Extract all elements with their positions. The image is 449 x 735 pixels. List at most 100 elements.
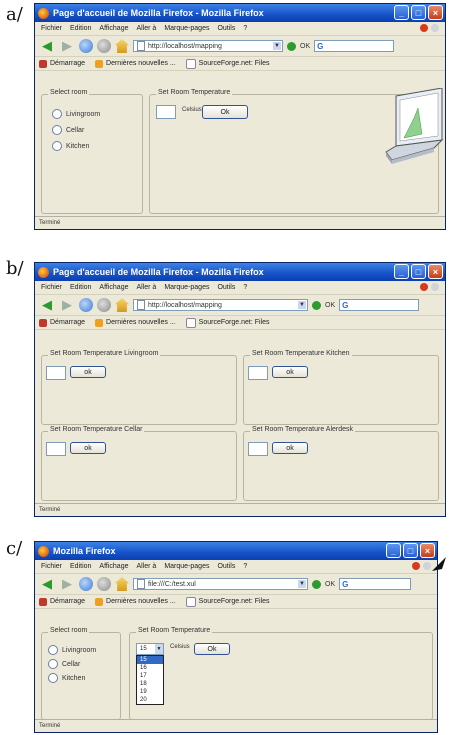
radio-circle[interactable] [52,141,62,151]
menu-aller[interactable]: Aller à [136,563,156,570]
dropdown-option[interactable]: 20 [137,696,163,704]
url-dropdown-icon[interactable]: ▼ [273,42,281,50]
back-arrow-icon[interactable]: ◀ [39,298,55,313]
reload-icon[interactable] [79,298,93,312]
radio-circle[interactable] [52,125,62,135]
home-icon[interactable] [115,577,129,591]
menu-help[interactable]: ? [243,563,247,570]
stop-icon[interactable] [97,298,111,312]
menu-edition[interactable]: Edition [70,25,91,32]
radio-cellar[interactable]: Cellar [48,659,80,669]
menu-aller[interactable]: Aller à [136,284,156,291]
menu-affichage[interactable]: Affichage [99,284,128,291]
bookmark-demarrage[interactable]: Démarrage [39,597,85,606]
reload-icon[interactable] [79,577,93,591]
url-dropdown-icon[interactable]: ▼ [298,580,306,588]
go-ok-label[interactable]: OK [325,581,335,588]
menu-marque-pages[interactable]: Marque-pages [164,563,209,570]
stop-icon[interactable] [97,39,111,53]
temperature-input[interactable] [156,105,176,119]
ok-button[interactable]: Ok [202,105,248,119]
home-icon[interactable] [115,39,129,53]
search-box[interactable]: G [339,299,420,311]
menu-marque-pages[interactable]: Marque-pages [164,284,209,291]
temperature-input[interactable] [46,366,66,380]
menu-edition[interactable]: Edition [70,563,91,570]
go-ok-label[interactable]: OK [325,302,335,309]
menu-affichage[interactable]: Affichage [99,25,128,32]
menu-edition[interactable]: Edition [70,284,91,291]
bookmark-sourceforge[interactable]: SourceForge.net: Files [185,58,269,69]
go-icon[interactable] [287,41,296,51]
close-button[interactable]: × [428,5,443,20]
radio-cellar[interactable]: Cellar [52,125,84,135]
menu-help[interactable]: ? [243,284,247,291]
bookmark-sourceforge[interactable]: SourceForge.net: Files [185,596,269,607]
ok-button[interactable]: Ok [194,643,230,655]
forward-arrow-icon[interactable]: ▶ [59,39,75,54]
radio-livingroom[interactable]: Livingroom [52,109,100,119]
url-bar[interactable]: http://localhost/mapping ▼ [133,299,308,311]
go-icon[interactable] [312,300,321,310]
radio-circle[interactable] [48,645,58,655]
ok-button[interactable]: ok [272,366,308,378]
menu-fichier[interactable]: Fichier [41,25,62,32]
page-icon [185,596,196,607]
menu-aller[interactable]: Aller à [136,25,156,32]
radio-circle[interactable] [48,673,58,683]
bookmark-news[interactable]: Dernières nouvelles ... [95,59,176,68]
menu-outils[interactable]: Outils [217,563,235,570]
menu-affichage[interactable]: Affichage [99,563,128,570]
dropdown-option[interactable]: 18 [137,680,163,688]
temperature-select[interactable]: 15 ▼ [136,643,164,655]
search-box[interactable]: G [339,578,412,590]
url-bar[interactable]: file:///C:/test.xul ▼ [133,578,308,590]
menu-marque-pages[interactable]: Marque-pages [164,25,209,32]
bookmark-news[interactable]: Dernières nouvelles ... [95,318,176,327]
bookmark-demarrage[interactable]: Démarrage [39,59,85,68]
reload-icon[interactable] [79,39,93,53]
go-ok-label[interactable]: OK [300,43,310,50]
maximize-button[interactable]: □ [411,264,426,279]
radio-kitchen[interactable]: Kitchen [52,141,89,151]
forward-arrow-icon[interactable]: ▶ [59,298,75,313]
bookmark-sourceforge[interactable]: SourceForge.net: Files [185,317,269,328]
home-icon[interactable] [115,298,129,312]
ok-button[interactable]: ok [70,442,106,454]
chevron-down-icon[interactable]: ▼ [155,644,163,654]
forward-arrow-icon[interactable]: ▶ [59,577,75,592]
menu-fichier[interactable]: Fichier [41,563,62,570]
minimize-button[interactable]: _ [394,5,409,20]
dropdown-option[interactable]: 16 [137,664,163,672]
maximize-button[interactable]: □ [411,5,426,20]
dropdown-option[interactable]: 15 [137,656,163,664]
bookmark-demarrage[interactable]: Démarrage [39,318,85,327]
temperature-input[interactable] [46,442,66,456]
minimize-button[interactable]: _ [386,543,401,558]
menu-fichier[interactable]: Fichier [41,284,62,291]
go-icon[interactable] [312,579,321,589]
close-button[interactable]: × [428,264,443,279]
bookmark-news[interactable]: Dernières nouvelles ... [95,597,176,606]
radio-circle[interactable] [48,659,58,669]
menu-outils[interactable]: Outils [217,284,235,291]
dropdown-option[interactable]: 19 [137,688,163,696]
radio-livingroom[interactable]: Livingroom [48,645,96,655]
stop-icon[interactable] [97,577,111,591]
radio-kitchen[interactable]: Kitchen [48,673,85,683]
url-bar[interactable]: http://localhost/mapping ▼ [133,40,283,52]
back-arrow-icon[interactable]: ◀ [39,39,55,54]
ok-button[interactable]: ok [70,366,106,378]
menu-outils[interactable]: Outils [217,25,235,32]
maximize-button[interactable]: □ [403,543,418,558]
menu-help[interactable]: ? [243,25,247,32]
dropdown-option[interactable]: 17 [137,672,163,680]
radio-circle[interactable] [52,109,62,119]
back-arrow-icon[interactable]: ◀ [39,577,55,592]
search-box[interactable]: G [314,40,395,52]
ok-button[interactable]: ok [272,442,308,454]
minimize-button[interactable]: _ [394,264,409,279]
url-dropdown-icon[interactable]: ▼ [298,301,306,309]
temperature-input[interactable] [248,442,268,456]
temperature-input[interactable] [248,366,268,380]
